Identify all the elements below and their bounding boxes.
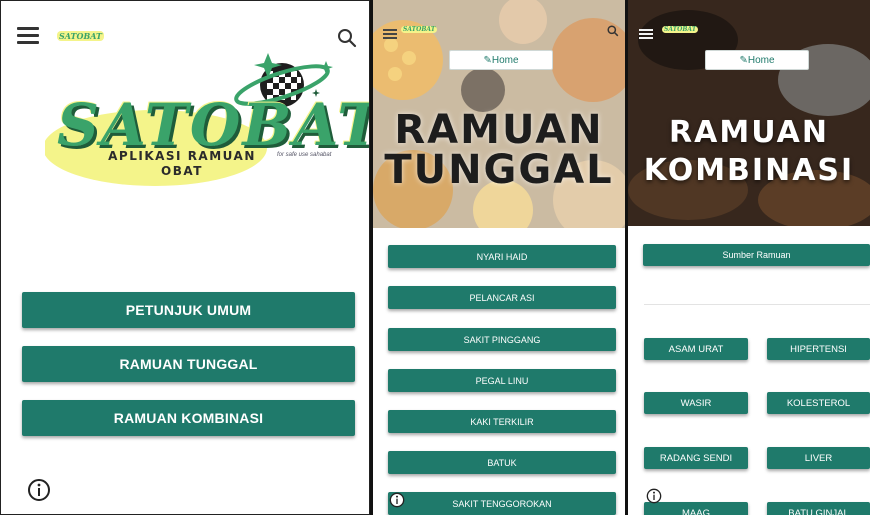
app-logo: SATOBAT APLIKASI RAMUAN OBAT for safe us… — [45, 45, 369, 195]
page-title-line2: KOMBINASI — [643, 153, 855, 188]
logo-subtitle-line2: OBAT — [161, 164, 203, 178]
page-title-line2: TUNGGAL — [384, 147, 614, 193]
ramuan-tunggal-button[interactable]: RAMUAN TUNGGAL — [22, 346, 355, 382]
kaki-terkilir-button[interactable]: KAKI TERKILIR — [388, 410, 616, 433]
liver-button[interactable]: LIVER — [767, 447, 870, 469]
batuk-button[interactable]: BATUK — [388, 451, 616, 474]
herbs-background — [628, 0, 870, 226]
sumber-ramuan-button[interactable]: Sumber Ramuan — [643, 244, 870, 266]
app-logo-small: SATOBAT — [662, 26, 699, 33]
petunjuk-umum-button[interactable]: PETUNJUK UMUM — [22, 292, 355, 328]
app-logo-small: SATOBAT — [401, 26, 438, 33]
ramuan-kombinasi-button[interactable]: RAMUAN KOMBINASI — [22, 400, 355, 436]
page-title: RAMUAN KOMBINASI — [628, 114, 870, 190]
batu-ginjal-button[interactable]: BATU GINJAL — [767, 502, 870, 515]
wasir-button[interactable]: WASIR — [644, 392, 748, 414]
info-icon[interactable] — [646, 488, 662, 504]
radang-sendi-button[interactable]: RADANG SENDI — [644, 447, 748, 469]
logo-caption: for safe use sahabat — [277, 152, 332, 158]
asam-urat-button[interactable]: ASAM URAT — [644, 338, 748, 360]
home-button[interactable]: ✎Home — [449, 50, 553, 70]
ramuan-kombinasi-screen: SATOBAT ✎Home RAMUAN KOMBINASI Sumber Ra… — [628, 0, 870, 515]
hero-banner: SATOBAT ✎Home RAMUAN KOMBINASI — [628, 0, 870, 226]
logo-subtitle-line1: APLIKASI RAMUAN — [108, 149, 256, 163]
search-icon[interactable] — [607, 25, 619, 37]
hipertensi-button[interactable]: HIPERTENSI — [767, 338, 870, 360]
page-title-line1: RAMUAN — [669, 115, 829, 150]
sakit-pinggang-button[interactable]: SAKIT PINGGANG — [388, 328, 616, 351]
info-icon[interactable] — [27, 478, 51, 502]
menu-icon[interactable] — [639, 29, 653, 39]
page-title: RAMUAN TUNGGAL — [373, 110, 625, 190]
pelancar-asi-button[interactable]: PELANCAR ASI — [388, 286, 616, 309]
nyari-haid-button[interactable]: NYARI HAID — [388, 245, 616, 268]
home-button[interactable]: ✎Home — [705, 50, 809, 70]
home-screen: SATOBAT SATOBAT APLIKASI RAMUAN OBAT for… — [0, 0, 370, 515]
sakit-tenggorokan-button[interactable]: SAKIT TENGGOROKAN — [388, 492, 616, 515]
menu-icon[interactable] — [383, 29, 397, 39]
menu-icon[interactable] — [17, 27, 39, 45]
pegal-linu-button[interactable]: PEGAL LINU — [388, 369, 616, 392]
page-title-line1: RAMUAN — [394, 107, 604, 153]
ramuan-tunggal-screen: SATOBAT ✎Home RAMUAN TUNGGAL NYARI HAID … — [370, 0, 628, 515]
app-logo-small: SATOBAT — [57, 31, 104, 41]
info-icon[interactable] — [389, 492, 405, 508]
kolesterol-button[interactable]: KOLESTEROL — [767, 392, 870, 414]
hero-banner: SATOBAT ✎Home RAMUAN TUNGGAL — [373, 0, 625, 228]
logo-subtitle: APLIKASI RAMUAN OBAT — [107, 149, 257, 179]
divider — [644, 304, 870, 305]
